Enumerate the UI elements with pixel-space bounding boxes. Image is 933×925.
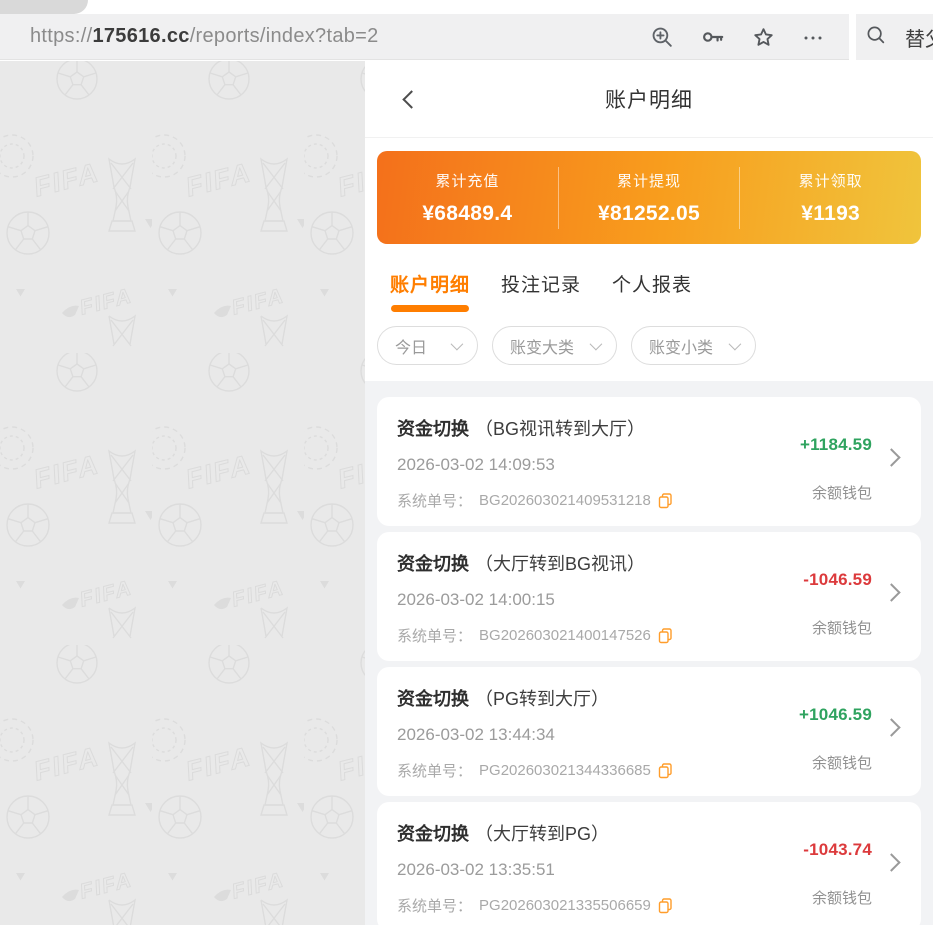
account-detail-page: 账户明细 累计充值 ¥68489.4 累计提现 ¥81252.05 累计领取 ¥… (365, 61, 933, 925)
transaction-amount: -1043.74 (803, 840, 872, 860)
order-label: 系统单号： (397, 895, 472, 916)
summary-label: 累计领取 (740, 170, 921, 191)
summary-item-claimed: 累计领取 ¥1193 (740, 170, 921, 226)
copy-icon[interactable] (658, 763, 673, 779)
report-tabs: 账户明细 投注记录 个人报表 (390, 270, 908, 312)
chevron-left-icon (402, 90, 420, 108)
transaction-subtitle: （BG视讯转到大厅） (475, 419, 645, 439)
chevron-right-icon[interactable] (882, 718, 900, 736)
filter-label: 今日 (395, 334, 427, 358)
filter-date-dropdown[interactable]: 今日 (377, 326, 478, 365)
order-label: 系统单号： (397, 760, 472, 781)
search-icon (865, 24, 887, 51)
order-number: BG202603021409531218 (479, 492, 651, 509)
filter-label: 账变大类 (510, 334, 574, 358)
transaction-datetime: 2026-03-02 13:35:51 (397, 860, 761, 880)
copy-icon[interactable] (658, 628, 673, 644)
wallet-label: 余额钱包 (803, 617, 872, 638)
transaction-amount: +1184.59 (800, 435, 872, 455)
search-text: 替父 (905, 23, 933, 52)
url-path: /reports/index?tab=2 (190, 25, 379, 47)
order-number: PG202603021344336685 (479, 762, 651, 779)
chevron-down-icon (729, 338, 742, 351)
transaction-title: 资金切换 (397, 824, 469, 844)
transaction-amount: -1046.59 (803, 570, 872, 590)
summary-label: 累计提现 (559, 170, 740, 191)
copy-icon[interactable] (658, 898, 673, 914)
order-number: PG202603021335506659 (479, 897, 651, 914)
transaction-datetime: 2026-03-02 14:00:15 (397, 590, 761, 610)
tab-account-detail[interactable]: 账户明细 (390, 270, 470, 312)
toolbar-divider (849, 14, 856, 60)
summary-and-filters-section: 累计充值 ¥68489.4 累计提现 ¥81252.05 累计领取 ¥1193 … (365, 138, 933, 381)
url-domain: 175616.cc (92, 25, 189, 47)
summary-value: ¥68489.4 (377, 202, 558, 226)
star-icon[interactable] (751, 25, 776, 50)
order-label: 系统单号： (397, 625, 472, 646)
transaction-card[interactable]: 资金切换 （BG视讯转到大厅） 2026-03-02 14:09:53 系统单号：… (377, 397, 921, 526)
page-title: 账户明细 (605, 84, 693, 114)
order-number: BG202603021400147526 (479, 627, 651, 644)
summary-label: 累计充值 (377, 170, 558, 191)
back-button[interactable] (389, 61, 429, 137)
transaction-title: 资金切换 (397, 689, 469, 709)
transaction-title: 资金切换 (397, 419, 469, 439)
wallet-label: 余额钱包 (800, 482, 872, 503)
chevron-right-icon[interactable] (882, 583, 900, 601)
filter-major-category-dropdown[interactable]: 账变大类 (492, 326, 617, 365)
filter-row: 今日 账变大类 账变小类 (377, 326, 921, 365)
transaction-card[interactable]: 资金切换 （大厅转到PG） 2026-03-02 13:35:51 系统单号： PG… (377, 802, 921, 925)
transaction-list: 资金切换 （BG视讯转到大厅） 2026-03-02 14:09:53 系统单号：… (365, 381, 933, 925)
transaction-subtitle: （大厅转到BG视讯） (475, 554, 645, 574)
browser-search-box[interactable]: 替父 (856, 14, 933, 60)
copy-icon[interactable] (658, 493, 673, 509)
summary-value: ¥1193 (740, 202, 921, 226)
wallet-label: 余额钱包 (799, 752, 872, 773)
fifa-watermark-panel: FIFA FIFA (0, 61, 365, 925)
summary-card: 累计充值 ¥68489.4 累计提现 ¥81252.05 累计领取 ¥1193 (377, 151, 921, 244)
order-label: 系统单号： (397, 490, 472, 511)
page-header: 账户明细 (365, 61, 933, 138)
transaction-subtitle: （PG转到大厅） (475, 689, 609, 709)
browser-tab[interactable] (0, 0, 88, 14)
chevron-right-icon[interactable] (882, 853, 900, 871)
transaction-title: 资金切换 (397, 554, 469, 574)
summary-value: ¥81252.05 (559, 202, 740, 226)
wallet-label: 余额钱包 (803, 887, 872, 908)
chevron-down-icon (590, 338, 603, 351)
url-bar[interactable]: https://175616.cc/reports/index?tab=2 (30, 25, 379, 48)
more-options-icon[interactable] (801, 25, 825, 49)
filter-minor-category-dropdown[interactable]: 账变小类 (631, 326, 756, 365)
chevron-down-icon (451, 338, 464, 351)
summary-item-recharge: 累计充值 ¥68489.4 (377, 170, 558, 226)
fifa-pattern: FIFA FIFA (0, 61, 365, 925)
transaction-card[interactable]: 资金切换 （大厅转到BG视讯） 2026-03-02 14:00:15 系统单号：… (377, 532, 921, 661)
browser-tabstrip (0, 0, 933, 14)
tab-personal-report[interactable]: 个人报表 (612, 270, 692, 312)
key-icon[interactable] (700, 24, 726, 50)
chevron-right-icon[interactable] (882, 448, 900, 466)
summary-item-withdraw: 累计提现 ¥81252.05 (559, 170, 740, 226)
filter-label: 账变小类 (649, 334, 713, 358)
tab-bet-records[interactable]: 投注记录 (501, 270, 581, 312)
transaction-datetime: 2026-03-02 13:44:34 (397, 725, 761, 745)
transaction-datetime: 2026-03-02 14:09:53 (397, 455, 761, 475)
zoom-in-icon[interactable] (650, 25, 675, 50)
url-scheme: https:// (30, 25, 92, 47)
transaction-amount: +1046.59 (799, 705, 872, 725)
transaction-card[interactable]: 资金切换 （PG转到大厅） 2026-03-02 13:44:34 系统单号： PG… (377, 667, 921, 796)
browser-toolbar: https://175616.cc/reports/index?tab=2 (0, 14, 933, 60)
transaction-subtitle: （大厅转到PG） (475, 824, 609, 844)
